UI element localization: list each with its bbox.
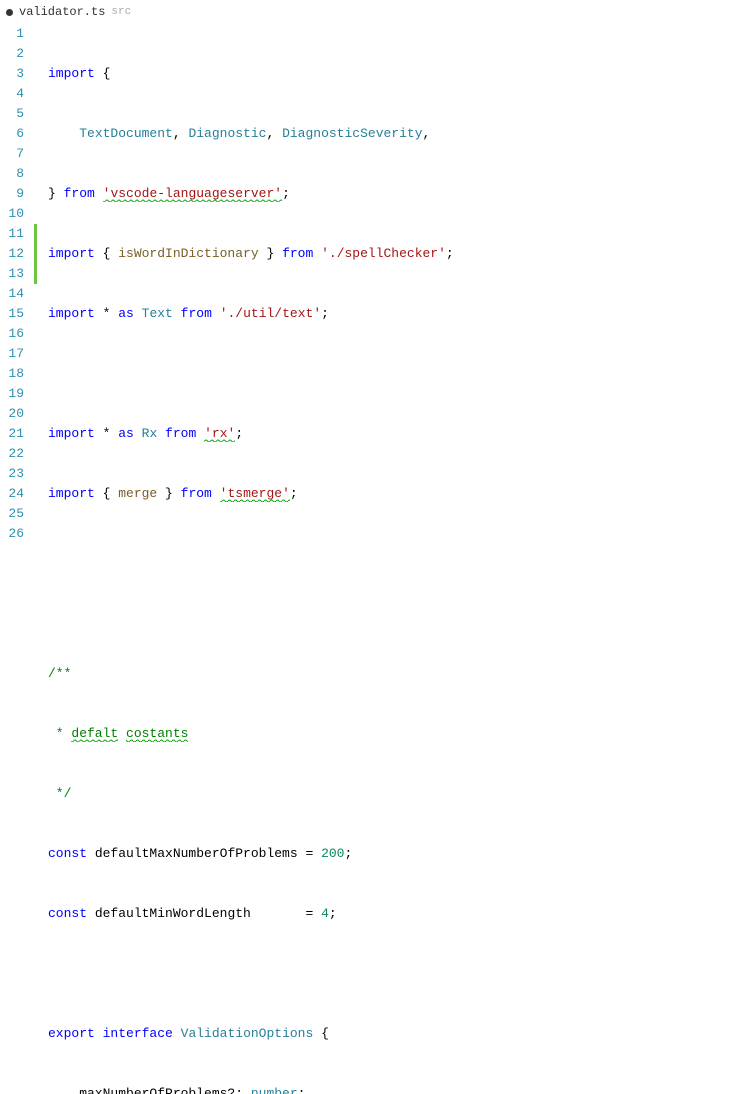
line-number: 10 <box>0 204 24 224</box>
squiggle-word: costants <box>126 726 188 742</box>
line-number: 22 <box>0 444 24 464</box>
line-number: 20 <box>0 404 24 424</box>
line-number: 9 <box>0 184 24 204</box>
line-number: 21 <box>0 424 24 444</box>
line-number: 26 <box>0 524 24 544</box>
code-line: const defaultMaxNumberOfProblems = 200; <box>48 844 735 864</box>
line-number: 18 <box>0 364 24 384</box>
code-line: import { <box>48 64 735 84</box>
code-line <box>48 964 735 984</box>
squiggle-word: 'rx' <box>204 426 235 442</box>
line-number-gutter: 1234567891011121314151617181920212223242… <box>0 24 34 547</box>
code-line: import { merge } from 'tsmerge'; <box>48 484 735 504</box>
line-number: 14 <box>0 284 24 304</box>
line-number: 19 <box>0 384 24 404</box>
code-line <box>48 544 735 564</box>
squiggle-word: 'vscode-languageserver' <box>103 186 282 202</box>
tab-filename[interactable]: validator.ts <box>19 5 105 19</box>
code-line: import * as Text from './util/text'; <box>48 304 735 324</box>
line-number: 24 <box>0 484 24 504</box>
code-line: * defalt costants <box>48 724 735 744</box>
code-area[interactable]: import { TextDocument, Diagnostic, Diagn… <box>34 24 735 547</box>
line-number: 4 <box>0 84 24 104</box>
line-number: 3 <box>0 64 24 84</box>
line-number: 2 <box>0 44 24 64</box>
line-number: 13 <box>0 264 24 284</box>
line-number: 15 <box>0 304 24 324</box>
code-line <box>48 364 735 384</box>
code-line: const defaultMinWordLength = 4; <box>48 904 735 924</box>
code-line: TextDocument, Diagnostic, DiagnosticSeve… <box>48 124 735 144</box>
line-number: 7 <box>0 144 24 164</box>
line-number: 17 <box>0 344 24 364</box>
code-line: */ <box>48 784 735 804</box>
unsaved-dot-icon <box>6 9 13 16</box>
code-line: /** <box>48 664 735 684</box>
tab-bar: validator.ts src <box>0 0 736 24</box>
line-number: 23 <box>0 464 24 484</box>
line-number: 25 <box>0 504 24 524</box>
line-number: 1 <box>0 24 24 44</box>
line-number: 8 <box>0 164 24 184</box>
line-number: 16 <box>0 324 24 344</box>
line-number: 5 <box>0 104 24 124</box>
line-number: 12 <box>0 244 24 264</box>
tab-directory: src <box>111 6 131 18</box>
squiggle-word: 'tsmerge' <box>220 486 290 502</box>
code-line: export interface ValidationOptions { <box>48 1024 735 1044</box>
code-line: import { isWordInDictionary } from './sp… <box>48 244 735 264</box>
code-line <box>48 604 735 624</box>
editor[interactable]: 1234567891011121314151617181920212223242… <box>0 24 736 547</box>
line-number: 11 <box>0 224 24 244</box>
line-number: 6 <box>0 124 24 144</box>
code-line: import * as Rx from 'rx'; <box>48 424 735 444</box>
code-line: } from 'vscode-languageserver'; <box>48 184 735 204</box>
squiggle-word: defalt <box>71 726 118 742</box>
code-line: maxNumberOfProblems?: number; <box>48 1084 735 1094</box>
